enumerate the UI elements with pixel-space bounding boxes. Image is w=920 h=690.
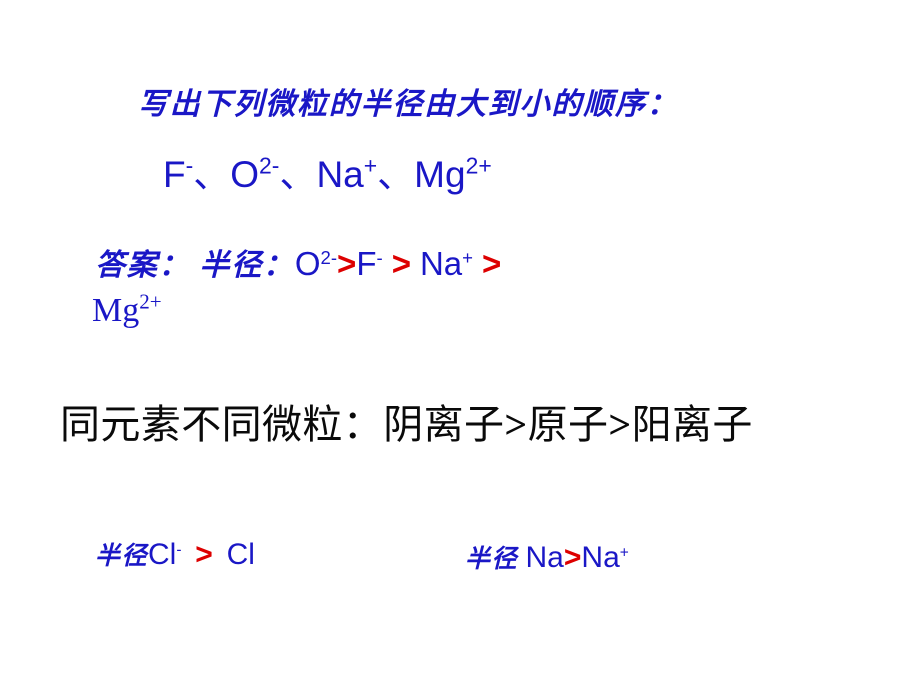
rule-greater-than-2: > [608, 402, 632, 447]
question-prompt: 写出下列微粒的半径由大到小的顺序： [138, 87, 679, 122]
species-separator-2: 、 [279, 154, 317, 195]
species-1-symbol: F [163, 154, 186, 195]
answer-term-1-charge: 2- [320, 247, 338, 268]
answer-term-3-charge: + [462, 247, 474, 268]
rule-anion: 阴离子 [383, 402, 505, 447]
example-right-term-2-charge: + [619, 544, 629, 562]
answer-term-4-symbol: Mg [92, 292, 140, 329]
rule-greater-than-1: > [504, 402, 528, 447]
species-3-charge: + [363, 152, 378, 179]
answer-property-label: 半径： [199, 248, 295, 283]
answer-term-4-wrapped: Mg2+ [92, 289, 162, 329]
question-species-list: F-、O2-、Na+、Mg2+ [163, 152, 492, 196]
rule-atom: 原子 [527, 402, 609, 447]
example-left: 半径Cl- > Cl [95, 538, 255, 571]
example-left-term-2-symbol: Cl [226, 538, 255, 571]
species-separator-1: 、 [193, 154, 231, 195]
example-right-term-2-symbol: Na [581, 541, 620, 574]
species-separator-3: 、 [377, 154, 415, 195]
answer-term-1-symbol: O [294, 245, 321, 282]
rule-cation: 阳离子 [631, 402, 753, 447]
species-2-symbol: O [230, 154, 260, 195]
answer-greater-than-3: > [482, 245, 502, 282]
answer-term-3-symbol: Na [419, 245, 463, 282]
example-left-term-1-charge: - [176, 541, 182, 559]
species-4-charge: 2+ [465, 152, 492, 179]
example-left-greater-than: > [195, 538, 213, 571]
example-right: 半径 Na>Na+ [465, 541, 629, 574]
example-right-term-1-symbol: Na [525, 541, 564, 574]
rule-prefix: 同元素不同微粒： [60, 402, 384, 447]
answer-greater-than-1: > [337, 245, 357, 282]
example-left-label: 半径 [95, 541, 149, 570]
answer-term-2-symbol: F [356, 245, 377, 282]
example-right-greater-than: > [563, 541, 582, 574]
slide-canvas: 写出下列微粒的半径由大到小的顺序： F-、O2-、Na+、Mg2+ 答案： 半径：… [0, 0, 920, 690]
rule-statement: 同元素不同微粒：阴离子>原子>阳离子 [60, 403, 753, 447]
species-3-symbol: Na [316, 154, 364, 195]
example-right-label: 半径 [465, 544, 519, 573]
answer-term-4-charge: 2+ [139, 289, 162, 314]
species-4-symbol: Mg [414, 154, 466, 195]
example-left-term-1-symbol: Cl [148, 538, 177, 571]
species-2-charge: 2- [259, 152, 280, 179]
answer-greater-than-2: > [391, 245, 411, 282]
answer-term-2-charge: - [376, 247, 383, 268]
answer-label: 答案： [95, 248, 191, 283]
answer-line: 答案： 半径：O2->F- > Na+ > [95, 245, 502, 283]
